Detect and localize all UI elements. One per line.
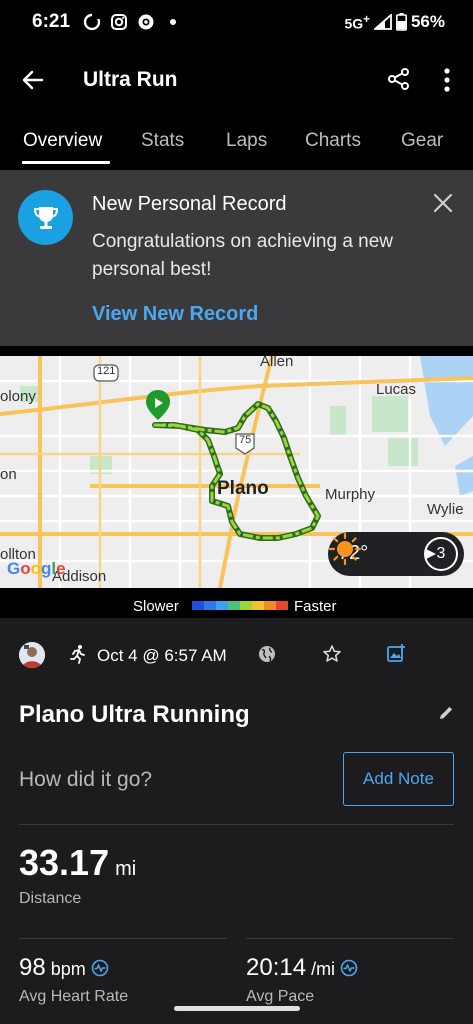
pace-legend: Slower Faster bbox=[0, 592, 473, 618]
activity-date: Oct 4 @ 6:57 AM bbox=[97, 646, 227, 665]
divider bbox=[246, 938, 454, 939]
active-tab-indicator bbox=[22, 161, 110, 164]
distance-stat: 33.17 mi bbox=[19, 842, 136, 884]
signal-icon bbox=[373, 14, 392, 30]
pace-gradient-bar bbox=[192, 601, 288, 610]
tab-stats[interactable]: Stats bbox=[141, 130, 184, 152]
map-label-wylie: Wylie bbox=[427, 501, 464, 518]
pace-segment bbox=[276, 601, 288, 610]
app-bar: Ultra Run bbox=[0, 46, 473, 114]
map-label-murphy: Murphy bbox=[325, 486, 376, 503]
pace-faster-label: Faster bbox=[294, 598, 337, 615]
map-label-lucas: Lucas bbox=[376, 381, 417, 398]
banner-text: Congratulations on achieving a new perso… bbox=[92, 231, 394, 280]
personal-record-banner: New Personal Record Congratulations on a… bbox=[0, 170, 473, 346]
instagram-icon bbox=[111, 14, 127, 30]
trophy-badge bbox=[18, 190, 73, 245]
avatar-image bbox=[19, 642, 45, 668]
activity-title: Plano Ultra Running bbox=[19, 701, 250, 728]
status-bar: 6:21 5G+ 56% bbox=[0, 0, 473, 46]
star-icon[interactable] bbox=[322, 644, 342, 664]
view-new-record-link[interactable]: View New Record bbox=[92, 303, 258, 326]
activity-details: Oct 4 @ 6:57 AM Plano Ultra Running How … bbox=[0, 618, 473, 1024]
app-notification-icon bbox=[138, 14, 154, 30]
wind-indicator: 3 bbox=[424, 537, 458, 571]
hwy-75-label: 75 bbox=[239, 434, 252, 446]
pace-slower-label: Slower bbox=[133, 598, 179, 615]
heartbeat-icon bbox=[340, 959, 358, 977]
pace-stat[interactable]: 20:14 /mi bbox=[246, 954, 358, 982]
wind-direction-icon bbox=[426, 549, 436, 559]
heart-rate-unit: bpm bbox=[50, 959, 86, 979]
close-icon[interactable] bbox=[432, 192, 454, 214]
page-title: Ultra Run bbox=[83, 68, 178, 91]
heart-rate-value: 98 bbox=[19, 954, 46, 981]
pace-segment bbox=[192, 601, 204, 610]
heartbeat-icon bbox=[91, 959, 109, 977]
add-photo-icon[interactable] bbox=[386, 643, 406, 663]
weather-chip[interactable]: 72° 3 bbox=[328, 532, 464, 576]
dot-icon bbox=[170, 19, 176, 25]
tab-gear[interactable]: Gear bbox=[401, 130, 443, 152]
tab-overview[interactable]: Overview bbox=[23, 130, 102, 152]
notification-icons bbox=[83, 13, 182, 31]
home-indicator[interactable] bbox=[174, 1006, 300, 1011]
route-map[interactable]: Allen Lucas olony on Plano Murphy Wylie … bbox=[0, 356, 473, 588]
pace-segment bbox=[204, 601, 216, 610]
banner-title: New Personal Record bbox=[92, 193, 287, 215]
tab-charts[interactable]: Charts bbox=[305, 130, 361, 152]
back-arrow-icon[interactable] bbox=[20, 67, 46, 93]
distance-unit: mi bbox=[115, 858, 137, 880]
heart-rate-stat[interactable]: 98 bpm bbox=[19, 954, 109, 982]
pace-value: 20:14 bbox=[246, 954, 307, 981]
share-icon[interactable] bbox=[386, 66, 412, 92]
pace-segment bbox=[240, 601, 252, 610]
google-logo: Google bbox=[7, 559, 66, 578]
pace-segment bbox=[228, 601, 240, 610]
pace-unit: /mi bbox=[311, 959, 336, 979]
map-label-colony: olony bbox=[0, 388, 36, 405]
battery-icon bbox=[395, 13, 407, 31]
trophy-icon bbox=[33, 206, 58, 229]
map-label-allen: Allen bbox=[260, 356, 294, 370]
activity-meta-row: Oct 4 @ 6:57 AM bbox=[0, 640, 473, 670]
sun-icon bbox=[328, 532, 362, 566]
tab-bar: Overview Stats Laps Charts Gear bbox=[0, 114, 473, 166]
avatar[interactable] bbox=[19, 642, 45, 668]
pace-segment bbox=[216, 601, 228, 610]
pace-segment bbox=[252, 601, 264, 610]
running-icon bbox=[70, 645, 85, 664]
divider bbox=[19, 824, 454, 825]
battery-percent: 56% bbox=[410, 12, 445, 31]
pace-label: Avg Pace bbox=[246, 988, 315, 1005]
add-note-button[interactable]: Add Note bbox=[343, 752, 454, 806]
status-right: 5G+ 56% bbox=[344, 12, 445, 32]
heart-rate-label: Avg Heart Rate bbox=[19, 988, 129, 1005]
note-prompt: How did it go? bbox=[19, 768, 153, 791]
hwy-121-label: 121 bbox=[97, 365, 116, 377]
network-type: 5G+ bbox=[344, 12, 370, 32]
circle-notification-icon bbox=[83, 13, 101, 31]
distance-value: 33.17 bbox=[19, 842, 110, 883]
status-time: 6:21 bbox=[32, 11, 71, 32]
pencil-edit-icon[interactable] bbox=[437, 704, 455, 722]
map-label-on: on bbox=[0, 466, 17, 483]
map-label-plano: Plano bbox=[217, 478, 269, 499]
globe-icon[interactable] bbox=[257, 644, 277, 664]
divider bbox=[19, 938, 227, 939]
tab-laps[interactable]: Laps bbox=[226, 130, 267, 152]
distance-label: Distance bbox=[19, 890, 82, 907]
pace-segment bbox=[264, 601, 276, 610]
more-vert-icon[interactable] bbox=[437, 66, 457, 94]
